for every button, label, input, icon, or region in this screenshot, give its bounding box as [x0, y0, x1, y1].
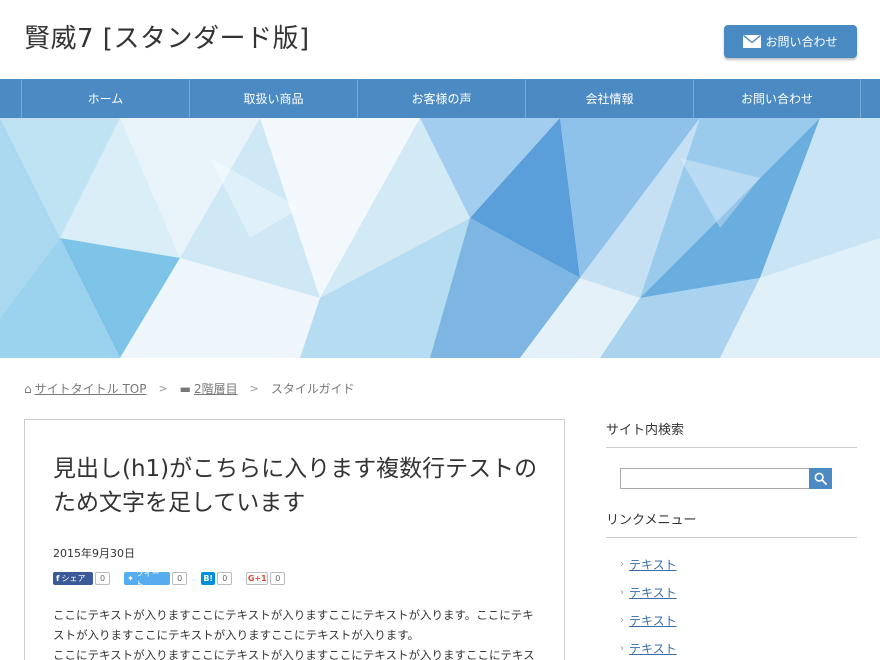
- link-menu-link[interactable]: テキスト: [629, 556, 677, 573]
- contact-button-label: お問い合わせ: [765, 35, 838, 49]
- contact-button[interactable]: お問い合わせ: [724, 25, 857, 58]
- twitter-share-count: 0: [172, 572, 188, 585]
- facebook-share-count: 0: [95, 572, 111, 585]
- link-menu-link[interactable]: テキスト: [629, 584, 677, 601]
- home-icon: ⌂: [24, 381, 32, 396]
- chevron-right-icon: ›: [620, 642, 624, 654]
- mail-icon: [743, 35, 762, 48]
- link-menu-title: リンクメニュー: [606, 509, 857, 538]
- chevron-right-icon: ›: [620, 614, 624, 626]
- hatena-share-count: 0: [217, 572, 233, 585]
- article-card: 見出し(h1)がこちらに入ります複数行テストのため文字を足しています 2015年…: [24, 419, 565, 660]
- list-item: › テキスト: [606, 550, 857, 578]
- facebook-share[interactable]: f シェア 0: [53, 572, 111, 585]
- search-button[interactable]: [809, 468, 832, 489]
- folder-icon: ▬: [179, 381, 192, 396]
- nav-item-company[interactable]: 会社情報: [525, 79, 693, 118]
- link-menu-link[interactable]: テキスト: [629, 640, 677, 657]
- global-nav: ホーム 取扱い商品 お客様の声 会社情報 お問い合わせ: [0, 79, 880, 118]
- twitter-share[interactable]: ✦ ツイート 0: [124, 569, 188, 589]
- twitter-share-button[interactable]: ✦ ツイート: [124, 569, 171, 589]
- gplus-share-button[interactable]: G+1: [246, 572, 269, 585]
- breadcrumb-home-link[interactable]: サイトタイトル TOP: [35, 380, 147, 397]
- facebook-share-button[interactable]: f シェア: [53, 572, 93, 585]
- breadcrumb-current: スタイルガイド: [270, 382, 355, 396]
- list-item: › テキスト: [606, 634, 857, 660]
- nav-item-products[interactable]: 取扱い商品: [189, 79, 357, 118]
- link-menu-link[interactable]: テキスト: [629, 612, 677, 629]
- chevron-right-icon: ›: [620, 558, 624, 570]
- twitter-share-label: ツイート: [135, 568, 160, 589]
- nav-item-contact[interactable]: お問い合わせ: [693, 79, 861, 118]
- list-item: › テキスト: [606, 578, 857, 606]
- body-paragraph: ここにテキストが入りますここにテキストが入りますここにテキストが入りますここにテ…: [53, 648, 535, 660]
- hatena-share[interactable]: B! 0: [201, 572, 233, 585]
- chevron-right-icon: >: [249, 382, 259, 395]
- body-paragraph: ここにテキストが入りますここにテキストが入りますここにテキストが入ります。ここに…: [53, 608, 534, 642]
- sidebar: サイト内検索 リンクメニュー › テキスト › テキスト › テキスト › テキ…: [606, 419, 857, 660]
- search-form: [620, 468, 832, 489]
- breadcrumb-level2-link[interactable]: 2階層目: [194, 380, 238, 397]
- post-date: 2015年9月30日: [53, 547, 135, 560]
- site-header: 賢威7 [スタンダード版] お問い合わせ: [0, 0, 880, 79]
- crystal-background-image: [0, 118, 880, 358]
- article-body: ここにテキストが入りますここにテキストが入りますここにテキストが入ります。ここに…: [53, 605, 543, 660]
- link-menu-list: › テキスト › テキスト › テキスト › テキスト: [606, 550, 857, 660]
- list-item: › テキスト: [606, 606, 857, 634]
- search-input[interactable]: [620, 468, 810, 489]
- gplus-share[interactable]: G+1 0: [246, 572, 286, 585]
- hero-banner: [0, 118, 880, 358]
- facebook-icon: f: [56, 574, 60, 583]
- gplus-share-count: 0: [270, 572, 286, 585]
- search-icon: [814, 472, 827, 485]
- chevron-right-icon: >: [158, 382, 168, 395]
- hatena-bookmark-button[interactable]: B!: [201, 572, 216, 585]
- chevron-right-icon: ›: [620, 586, 624, 598]
- breadcrumb: ⌂ サイトタイトル TOP > ▬ 2階層目 > スタイルガイド: [24, 380, 355, 397]
- nav-item-voices[interactable]: お客様の声: [357, 79, 525, 118]
- share-buttons: f シェア 0 ✦ ツイート 0 B! 0 G+1 0: [53, 569, 299, 589]
- facebook-share-label: シェア: [61, 574, 86, 583]
- search-widget-title: サイト内検索: [606, 419, 857, 448]
- twitter-bird-icon: ✦: [127, 574, 134, 583]
- page-title: 見出し(h1)がこちらに入ります複数行テストのため文字を足しています: [53, 456, 538, 516]
- nav-item-home[interactable]: ホーム: [21, 79, 189, 118]
- site-title[interactable]: 賢威7 [スタンダード版]: [24, 18, 310, 55]
